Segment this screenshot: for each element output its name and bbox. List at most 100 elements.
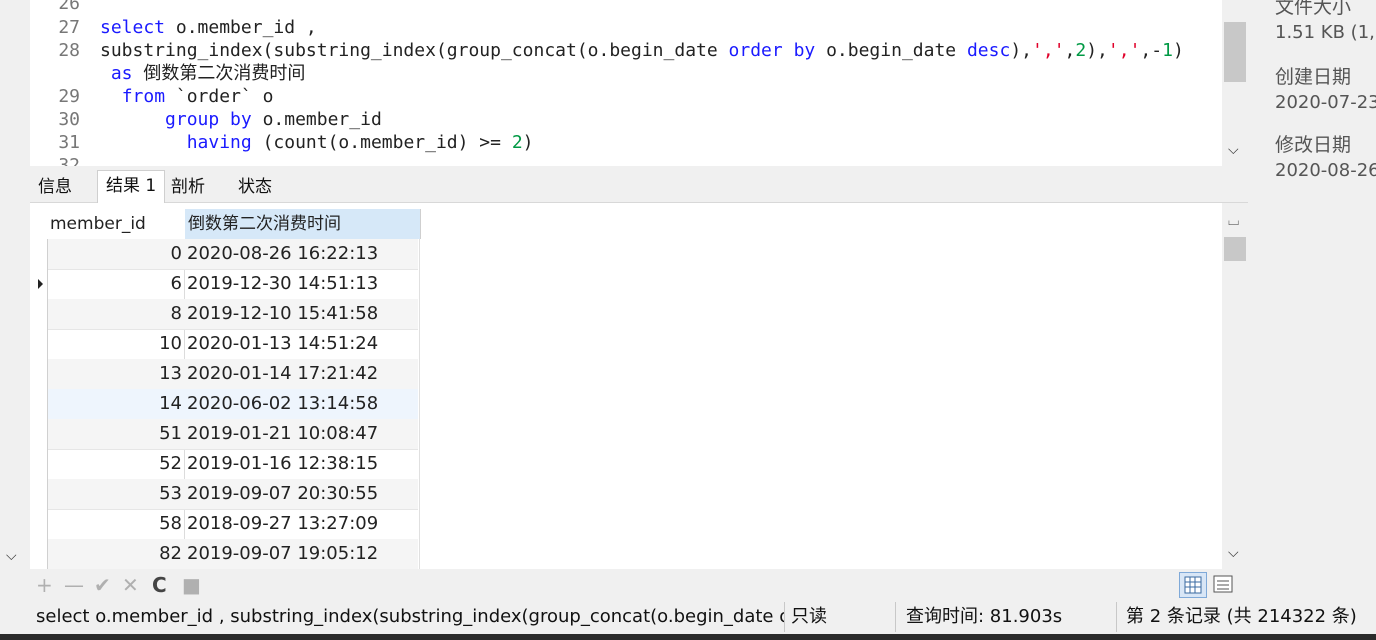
discard-changes-icon[interactable]: ✕ bbox=[122, 573, 139, 597]
table-row[interactable]: 13 2020-01-14 17:21:42 bbox=[30, 359, 420, 390]
modified-date-value: 2020-08-26 bbox=[1275, 160, 1376, 181]
cell-member-id[interactable]: 58 bbox=[48, 509, 182, 539]
object-info-panel: 文件大小 1.51 KB (1,5 创建日期 2020-07-23 修改日期 2… bbox=[1253, 0, 1376, 600]
editor-line: 29 from `order` o bbox=[30, 85, 273, 108]
cell-member-id[interactable]: 14 bbox=[48, 389, 182, 419]
cell-second-last-time[interactable]: 2020-08-26 16:22:13 bbox=[185, 239, 420, 269]
chevron-down-icon[interactable]: ⌵ bbox=[1228, 142, 1239, 158]
status-record-count: 第 2 条记录 (共 214322 条) bbox=[1126, 606, 1357, 627]
tab-status[interactable]: 状态 bbox=[230, 172, 280, 202]
tab-info[interactable]: 信息 bbox=[30, 172, 80, 202]
cell-second-last-time[interactable]: 2019-09-07 20:30:55 bbox=[185, 479, 420, 509]
row-selector[interactable] bbox=[30, 269, 48, 299]
form-view-icon[interactable] bbox=[1210, 572, 1236, 596]
cell-member-id[interactable]: 10 bbox=[48, 329, 182, 359]
cell-member-id[interactable]: 13 bbox=[48, 359, 182, 389]
file-size-label: 文件大小 bbox=[1275, 0, 1352, 18]
row-selector[interactable] bbox=[30, 389, 48, 419]
add-record-icon[interactable]: + bbox=[36, 573, 53, 597]
stop-icon[interactable]: ■ bbox=[182, 573, 201, 597]
chevron-up-icon[interactable]: ⌴ bbox=[1228, 213, 1239, 229]
cell-second-last-time[interactable]: 2019-09-07 19:05:12 bbox=[185, 539, 420, 569]
editor-line: 31 having (count(o.member_id) >= 2) bbox=[30, 131, 533, 154]
cell-second-last-time[interactable]: 2018-09-27 13:27:09 bbox=[185, 509, 420, 539]
cell-second-last-time[interactable]: 2020-01-13 14:51:24 bbox=[185, 329, 420, 359]
line-number: 26 bbox=[58, 0, 80, 14]
apply-changes-icon[interactable]: ✔ bbox=[94, 573, 111, 597]
line-number: 32 bbox=[58, 155, 80, 166]
line-number: 27 bbox=[58, 17, 80, 38]
editor-line: 30 group by o.member_id bbox=[30, 108, 381, 131]
cell-second-last-time[interactable]: 2019-01-21 10:08:47 bbox=[185, 419, 420, 449]
editor-scroll-thumb[interactable] bbox=[1224, 22, 1246, 82]
cell-second-last-time[interactable]: 2019-01-16 12:38:15 bbox=[185, 449, 420, 479]
row-selector[interactable] bbox=[30, 359, 48, 389]
cell-member-id[interactable]: 52 bbox=[48, 449, 182, 479]
grid-scroll-thumb[interactable] bbox=[1224, 237, 1246, 261]
row-selector[interactable] bbox=[30, 479, 48, 509]
current-row-arrow-icon bbox=[38, 279, 43, 289]
table-row[interactable]: 8 2019-12-10 15:41:58 bbox=[30, 299, 420, 330]
cell-second-last-time[interactable]: 2019-12-30 14:51:13 bbox=[185, 269, 420, 299]
row-selector[interactable] bbox=[30, 299, 48, 329]
row-selector[interactable] bbox=[30, 539, 48, 569]
editor-scrollbar[interactable]: ⌵ bbox=[1222, 0, 1248, 166]
editor-line: 27 select o.member_id , bbox=[30, 16, 316, 39]
tab-result-1[interactable]: 结果 1 bbox=[97, 170, 166, 203]
table-row[interactable]: 14 2020-06-02 13:14:58 bbox=[30, 389, 420, 420]
taskbar-edge bbox=[0, 634, 1376, 640]
line-number: 30 bbox=[58, 109, 80, 130]
editor-line: 26 bbox=[30, 0, 100, 15]
cell-second-last-time[interactable]: 2019-12-10 15:41:58 bbox=[185, 299, 420, 329]
column-header-second-last-time[interactable]: 倒数第二次消费时间 bbox=[185, 209, 421, 239]
cell-second-last-time[interactable]: 2020-01-14 17:21:42 bbox=[185, 359, 420, 389]
cell-second-last-time[interactable]: 2020-06-02 13:14:58 bbox=[185, 389, 420, 419]
row-selector[interactable] bbox=[30, 239, 48, 269]
editor-line: as 倒数第二次消费时间 bbox=[110, 63, 306, 84]
cell-member-id[interactable]: 51 bbox=[48, 419, 182, 449]
grid-scrollbar[interactable]: ⌴ ⌵ bbox=[1222, 203, 1248, 569]
status-bar: select o.member_id , substring_index(sub… bbox=[30, 602, 1376, 634]
table-row[interactable]: 82 2019-09-07 19:05:12 bbox=[30, 539, 420, 569]
result-tabbar: 信息 结果 1 剖析 状态 bbox=[30, 170, 1248, 203]
line-number: 29 bbox=[58, 86, 80, 107]
grid-toolbar: + — ✔ ✕ C ■ bbox=[30, 569, 1248, 600]
cell-member-id[interactable]: 82 bbox=[48, 539, 182, 569]
grid-view-icon[interactable] bbox=[1179, 572, 1207, 598]
cell-member-id[interactable]: 8 bbox=[48, 299, 182, 329]
cell-member-id[interactable]: 0 bbox=[48, 239, 182, 269]
result-grid[interactable]: member_id 倒数第二次消费时间 0 2020-08-26 16:22:13… bbox=[30, 203, 1222, 569]
status-query-time: 查询时间: 81.903s bbox=[900, 602, 1117, 632]
chevron-down-icon[interactable]: ⌵ bbox=[1228, 545, 1239, 561]
table-row[interactable]: 51 2019-01-21 10:08:47 bbox=[30, 419, 420, 450]
table-row[interactable]: 10 2020-01-13 14:51:24 bbox=[30, 329, 420, 360]
table-row[interactable]: 53 2019-09-07 20:30:55 bbox=[30, 479, 420, 510]
file-size-value: 1.51 KB (1,5 bbox=[1275, 22, 1376, 43]
status-sql: select o.member_id , substring_index(sub… bbox=[30, 602, 785, 632]
cell-member-id[interactable]: 53 bbox=[48, 479, 182, 509]
row-selector[interactable] bbox=[30, 509, 48, 539]
modified-date-label: 修改日期 bbox=[1275, 134, 1352, 156]
editor-line: 32 bbox=[30, 154, 100, 166]
table-row[interactable]: 0 2020-08-26 16:22:13 bbox=[30, 239, 420, 270]
line-number: 31 bbox=[58, 132, 80, 153]
line-number: 28 bbox=[58, 40, 80, 61]
status-readonly: 只读 bbox=[785, 602, 896, 632]
created-date-label: 创建日期 bbox=[1275, 66, 1352, 88]
cell-member-id[interactable]: 6 bbox=[48, 269, 182, 299]
chevron-down-icon[interactable]: ⌵ bbox=[6, 548, 17, 564]
table-row[interactable]: 6 2019-12-30 14:51:13 bbox=[30, 269, 420, 300]
table-row[interactable]: 52 2019-01-16 12:38:15 bbox=[30, 449, 420, 480]
column-header-member-id[interactable]: member_id bbox=[48, 209, 184, 239]
delete-record-icon[interactable]: — bbox=[64, 573, 84, 597]
created-date-value: 2020-07-23 bbox=[1275, 92, 1376, 113]
row-selector[interactable] bbox=[30, 449, 48, 479]
editor-line: 28 substring_index(substring_index(group_… bbox=[30, 39, 1183, 62]
tab-profile[interactable]: 剖析 bbox=[163, 172, 213, 202]
row-selector[interactable] bbox=[30, 419, 48, 449]
refresh-icon[interactable]: C bbox=[152, 573, 167, 597]
left-strip: ⌵ bbox=[0, 0, 30, 600]
sql-editor[interactable]: 26 27 select o.member_id , 28 substring_in… bbox=[30, 0, 1248, 166]
table-row[interactable]: 58 2018-09-27 13:27:09 bbox=[30, 509, 420, 540]
row-selector[interactable] bbox=[30, 329, 48, 359]
